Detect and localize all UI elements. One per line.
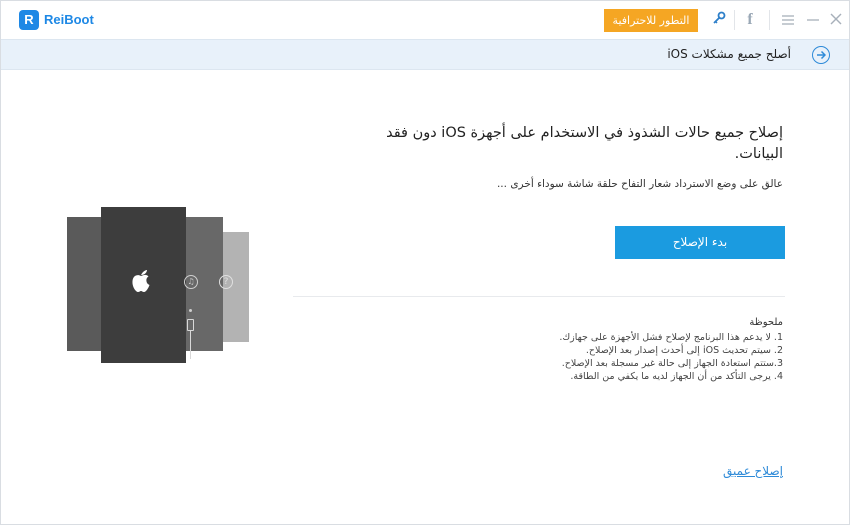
facebook-icon[interactable]: f [739,9,761,31]
app-window: R ReiBoot التطور للاحترافية f أصلح جميع … [0,0,850,525]
device-card [67,217,101,351]
key-icon[interactable] [708,9,730,31]
section-header: أصلح جميع مشكلات iOS [1,39,849,70]
usb-cable-icon [190,331,191,359]
back-arrow-icon-svg [817,50,827,60]
minimize-icon[interactable] [802,9,824,31]
titlebar-separator [734,10,735,30]
menu-icon-svg [782,15,794,25]
title-bar: R ReiBoot التطور للاحترافية f [1,1,849,39]
deep-repair-link[interactable]: إصلاح عميق [723,464,783,478]
usb-plug-icon [187,319,194,331]
close-icon-svg [830,13,842,25]
notes-section: ملحوظة 1. لا يدعم هذا البرنامج لإصلاح فش… [363,317,783,383]
note-item: 4. يرجى التأكد من أن الجهاز لديه ما يكفي… [570,371,783,382]
app-logo: R [19,10,39,30]
indicator-dot [189,309,192,312]
section-title: أصلح جميع مشكلات iOS [667,47,791,61]
page-headline: إصلاح جميع حالات الشذوذ في الاستخدام على… [386,125,783,162]
question-mark-icon: ? [219,275,233,289]
minimize-icon-svg [807,19,819,21]
close-icon[interactable] [825,9,847,31]
apple-logo-icon-svg [132,270,150,292]
note-item: 3.ستتم استعادة الجهاز إلى حالة غير مسجلة… [561,358,783,369]
upgrade-pro-button[interactable]: التطور للاحترافية [604,9,698,32]
menu-icon[interactable] [777,9,799,31]
itunes-icon: ♫ [184,275,198,289]
key-icon-svg [713,11,726,24]
note-item: 1. لا يدعم هذا البرنامج لإصلاح فشل الأجه… [559,332,783,343]
notes-title: ملحوظة [749,317,783,328]
content-divider [293,296,785,297]
titlebar-separator [769,10,770,30]
note-item: 2. سيتم تحديث iOS إلى أحدث إصدار بعد الإ… [585,345,783,356]
apple-logo-icon [131,269,151,297]
back-arrow-icon[interactable] [812,46,830,64]
app-name: ReiBoot [44,12,94,27]
start-repair-button[interactable]: بدء الإصلاح [615,226,785,259]
symptoms-description: عالق على وضع الاسترداد شعار التفاح حلقة … [496,178,783,190]
device-stack-illustration: ♫ ? [67,207,249,363]
